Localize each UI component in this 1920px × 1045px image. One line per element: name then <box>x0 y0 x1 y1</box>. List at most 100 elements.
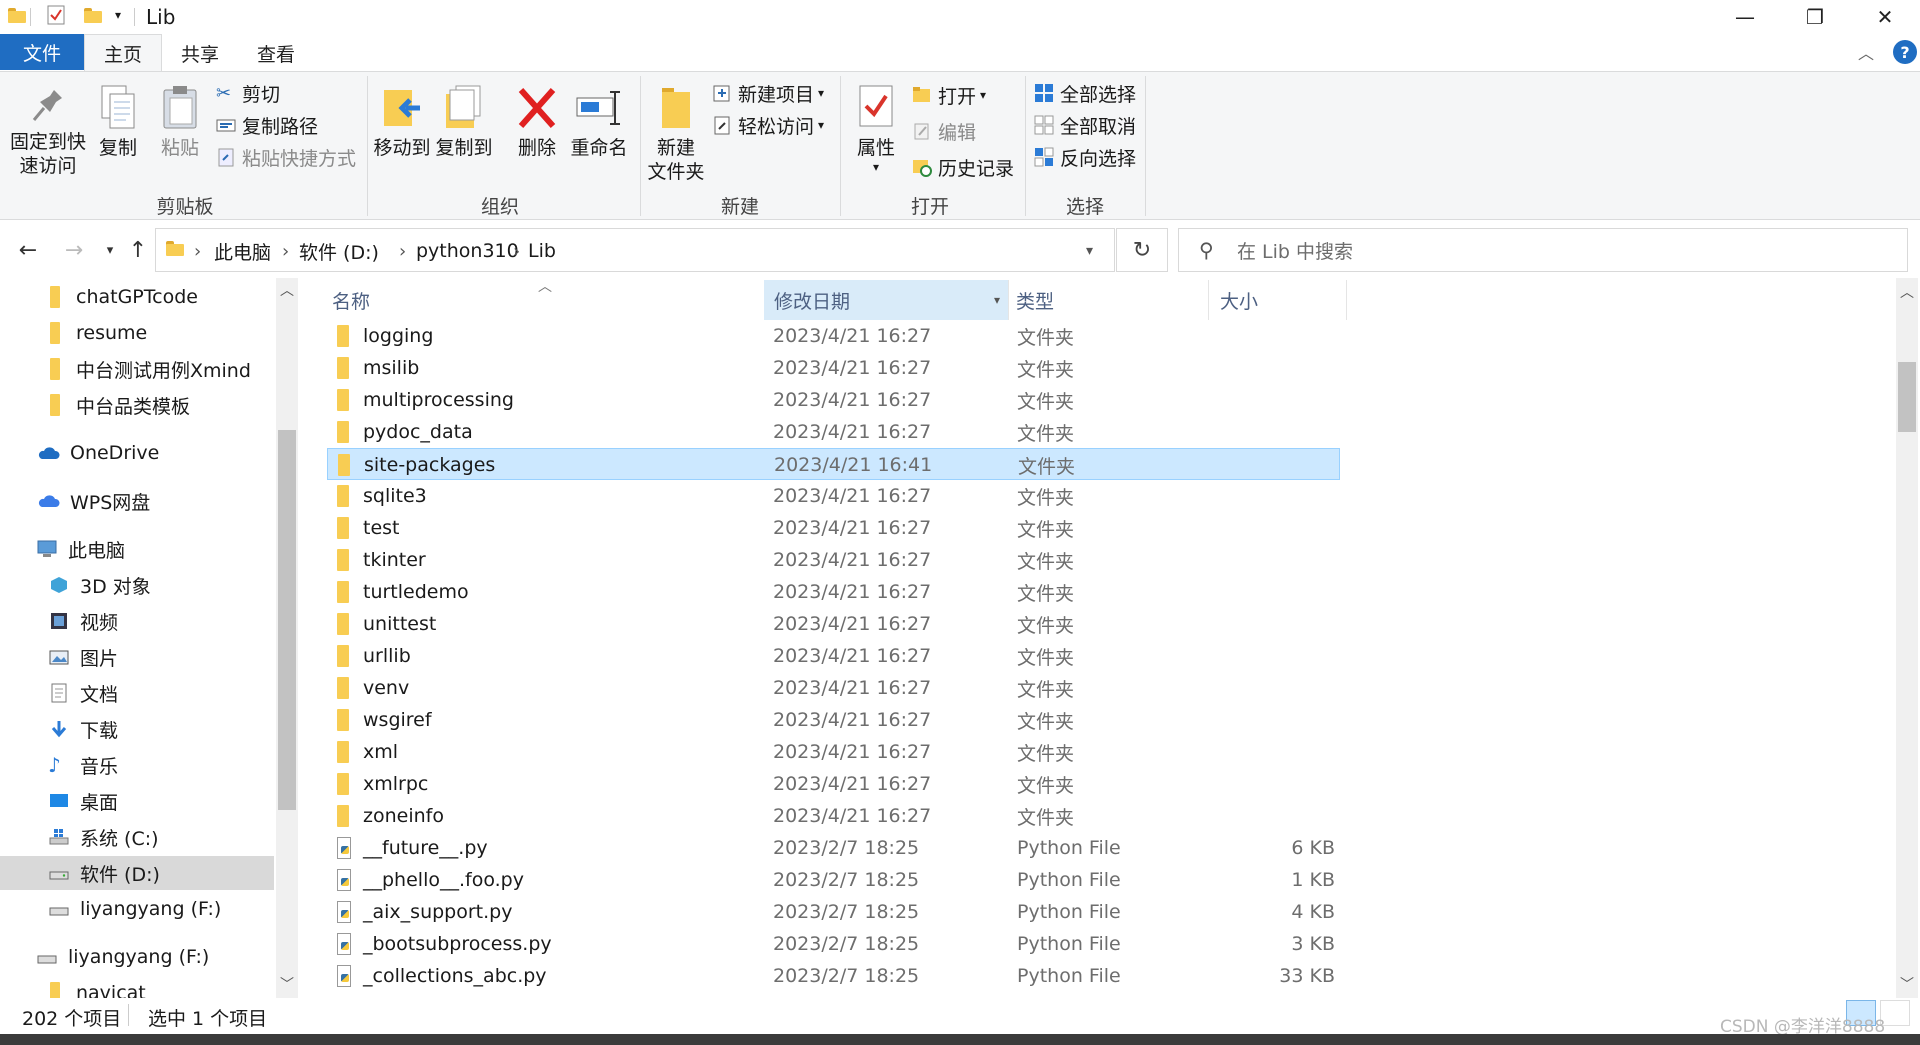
column-header-date[interactable]: 修改日期 ▾ <box>764 280 1008 320</box>
copy-to-button[interactable]: 复制到 <box>434 84 494 160</box>
pin-quick-access-button[interactable]: 固定到快 速访问 <box>6 84 90 178</box>
file-row[interactable]: msilib 2023/4/21 16:27 文件夹 <box>327 352 1340 384</box>
file-row[interactable]: __future__.py 2023/2/7 18:25 Python File 6 … <box>327 832 1340 864</box>
new-folder-button[interactable]: 新建 文件夹 <box>644 84 708 184</box>
select-all-button[interactable]: 全部选择 <box>1034 78 1136 108</box>
breadcrumb-separator-icon[interactable]: › <box>282 229 289 273</box>
up-arrow-icon[interactable]: ↑ <box>122 232 154 268</box>
nav-item-videos[interactable]: 视频 <box>48 604 118 638</box>
breadcrumb-separator-icon[interactable]: › <box>194 229 201 273</box>
file-row[interactable]: venv 2023/4/21 16:27 文件夹 <box>327 672 1340 704</box>
breadcrumb-drive-d[interactable]: 软件 (D:) <box>299 229 379 273</box>
help-icon[interactable]: ? <box>1893 40 1917 64</box>
refresh-icon[interactable]: ↻ <box>1116 228 1168 272</box>
tab-view[interactable]: 查看 <box>244 34 308 72</box>
qat-dropdown-icon[interactable]: ▾ <box>108 4 128 26</box>
open-folder-icon <box>913 87 930 102</box>
column-header-size[interactable]: 大小 <box>1220 280 1340 320</box>
file-row[interactable]: test 2023/4/21 16:27 文件夹 <box>327 512 1340 544</box>
column-header-name[interactable]: 名称 <box>332 280 762 320</box>
nav-item-chatgptcode[interactable]: chatGPTcode <box>50 280 198 314</box>
file-row[interactable]: site-packages 2023/4/21 16:41 文件夹 <box>327 448 1340 480</box>
open-button[interactable]: 打开 ▾ <box>912 80 986 110</box>
scroll-up-icon[interactable]: ︿ <box>276 280 298 306</box>
nav-item-desktop[interactable]: 桌面 <box>48 784 118 818</box>
file-row[interactable]: _bootsubprocess.py 2023/2/7 18:25 Python F… <box>327 928 1340 960</box>
invert-selection-button[interactable]: 反向选择 <box>1034 142 1136 172</box>
breadcrumb-separator-icon[interactable]: › <box>513 229 520 273</box>
scroll-down-icon[interactable]: ﹀ <box>1896 974 1918 996</box>
delete-button[interactable]: 删除 <box>510 84 564 160</box>
nav-item-onedrive[interactable]: OneDrive <box>36 436 159 470</box>
nav-item-drive-c[interactable]: 系统 (C:) <box>48 820 159 854</box>
address-bar[interactable]: › 此电脑 › 软件 (D:) › python310 › Lib ▾ <box>155 228 1115 272</box>
nav-item-wps[interactable]: WPS网盘 <box>36 484 150 518</box>
file-row[interactable]: multiprocessing 2023/4/21 16:27 文件夹 <box>327 384 1340 416</box>
copy-button[interactable]: 复制 <box>94 84 142 160</box>
tab-file[interactable]: 文件 <box>0 34 84 70</box>
chevron-down-icon[interactable]: ▾ <box>994 293 1000 307</box>
edit-button[interactable]: 编辑 <box>912 116 976 146</box>
nav-item-downloads[interactable]: 下载 <box>48 712 118 746</box>
file-row[interactable]: wsgiref 2023/4/21 16:27 文件夹 <box>327 704 1340 736</box>
file-date: 2023/4/21 16:27 <box>773 773 932 795</box>
search-box[interactable]: ⚲ 在 Lib 中搜索 <box>1178 228 1908 272</box>
file-row[interactable]: xmlrpc 2023/4/21 16:27 文件夹 <box>327 768 1340 800</box>
close-button[interactable]: ✕ <box>1850 0 1920 34</box>
new-folder-qa-icon[interactable] <box>80 4 102 26</box>
move-to-button[interactable]: 移动到 <box>372 84 432 160</box>
maximize-button[interactable]: ❐ <box>1780 0 1850 34</box>
cut-button[interactable]: ✂ 剪切 <box>216 78 280 108</box>
easy-access-button[interactable]: 轻松访问 ▾ <box>712 110 824 140</box>
new-item-button[interactable]: 新建项目 ▾ <box>712 78 824 108</box>
file-row[interactable]: __phello__.foo.py 2023/2/7 18:25 Python Fi… <box>327 864 1340 896</box>
tab-home[interactable]: 主页 <box>84 34 162 72</box>
file-row[interactable]: sqlite3 2023/4/21 16:27 文件夹 <box>327 480 1340 512</box>
properties-qa-icon[interactable] <box>46 4 66 26</box>
nav-item-template[interactable]: 中台品类模板 <box>50 388 190 422</box>
file-row[interactable]: _aix_support.py 2023/2/7 18:25 Python File… <box>327 896 1340 928</box>
search-input[interactable]: 在 Lib 中搜索 <box>1237 237 1353 264</box>
scroll-up-icon[interactable]: ︿ <box>1896 282 1918 306</box>
file-row[interactable]: turtledemo 2023/4/21 16:27 文件夹 <box>327 576 1340 608</box>
nav-item-documents[interactable]: 文档 <box>48 676 118 710</box>
back-arrow-icon[interactable]: ← <box>12 232 44 268</box>
rename-button[interactable]: 重命名 <box>568 84 630 160</box>
nav-scrollbar-thumb[interactable] <box>278 430 296 810</box>
nav-item-3d-objects[interactable]: 3D 对象 <box>48 568 151 602</box>
breadcrumb-lib[interactable]: Lib <box>528 229 556 273</box>
nav-item-xmind[interactable]: 中台测试用例Xmind <box>50 352 251 386</box>
nav-item-drive-f-root[interactable]: liyangyang (F:) <box>36 940 209 974</box>
nav-item-resume[interactable]: resume <box>50 316 147 350</box>
file-row[interactable]: urllib 2023/4/21 16:27 文件夹 <box>327 640 1340 672</box>
select-none-button[interactable]: 全部取消 <box>1034 110 1136 140</box>
nav-item-this-pc[interactable]: 此电脑 <box>36 532 125 566</box>
tab-share[interactable]: 共享 <box>168 34 232 72</box>
file-row[interactable]: zoneinfo 2023/4/21 16:27 文件夹 <box>327 800 1340 832</box>
copy-path-button[interactable]: 复制路径 <box>216 110 318 140</box>
properties-button[interactable]: 属性 ▾ <box>846 84 906 174</box>
nav-item-pictures[interactable]: 图片 <box>48 640 118 674</box>
paste-shortcut-button[interactable]: 粘贴快捷方式 <box>216 142 356 172</box>
file-row[interactable]: unittest 2023/4/21 16:27 文件夹 <box>327 608 1340 640</box>
breadcrumb-this-pc[interactable]: 此电脑 <box>214 229 271 273</box>
nav-item-drive-f[interactable]: liyangyang (F:) <box>48 892 221 926</box>
list-scrollbar-thumb[interactable] <box>1898 362 1916 432</box>
collapse-ribbon-icon[interactable]: ︿ <box>1858 40 1874 64</box>
scroll-down-icon[interactable]: ﹀ <box>276 974 298 996</box>
selected-count: 选中 1 个项目 <box>148 1008 268 1030</box>
file-row[interactable]: tkinter 2023/4/21 16:27 文件夹 <box>327 544 1340 576</box>
file-row[interactable]: logging 2023/4/21 16:27 文件夹 <box>327 320 1340 352</box>
forward-arrow-icon[interactable]: → <box>58 232 90 268</box>
file-row[interactable]: xml 2023/4/21 16:27 文件夹 <box>327 736 1340 768</box>
column-header-type[interactable]: 类型 <box>1016 280 1206 320</box>
nav-item-drive-d[interactable]: 软件 (D:) <box>0 856 274 890</box>
file-row[interactable]: pydoc_data 2023/4/21 16:27 文件夹 <box>327 416 1340 448</box>
file-row[interactable]: _collections_abc.py 2023/2/7 18:25 Python … <box>327 960 1340 992</box>
history-button[interactable]: 历史记录 <box>912 152 1014 182</box>
paste-button[interactable]: 粘贴 <box>156 84 204 160</box>
address-dropdown-icon[interactable]: ▾ <box>1086 229 1093 273</box>
nav-item-music[interactable]: ♪ 音乐 <box>48 748 118 782</box>
breadcrumb-python310[interactable]: python310 <box>401 229 519 273</box>
minimize-button[interactable]: — <box>1710 0 1780 34</box>
